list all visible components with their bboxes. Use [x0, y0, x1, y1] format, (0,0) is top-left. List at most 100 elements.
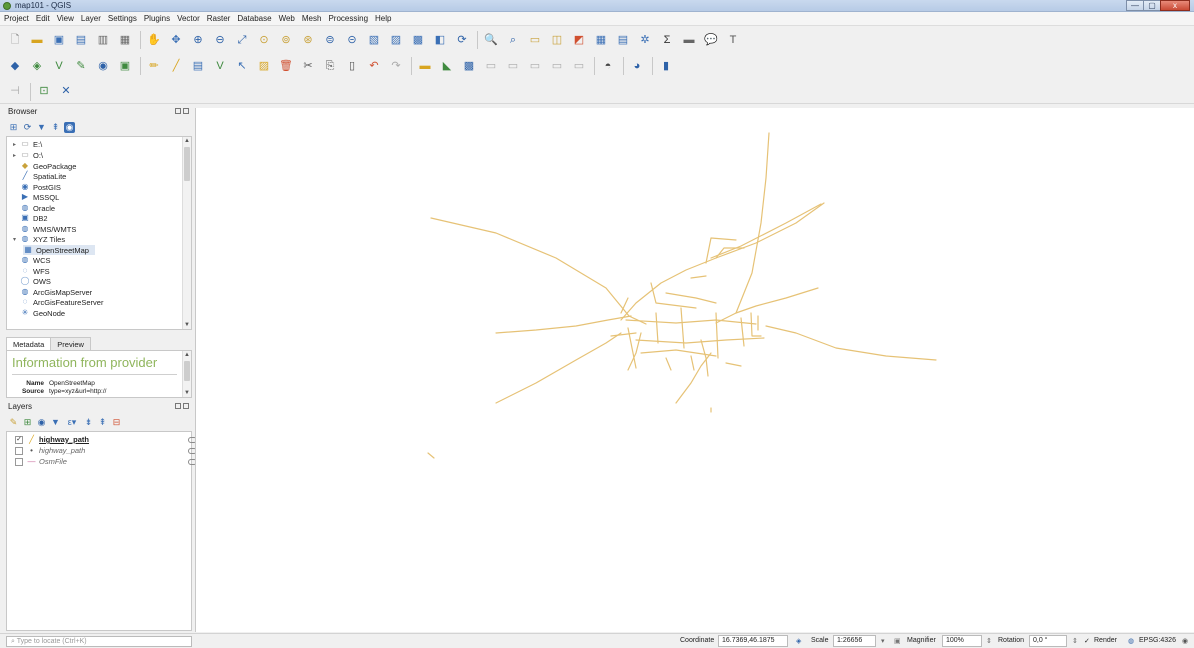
cut-features-icon[interactable]: ✂ [299, 57, 317, 75]
scroll-thumb[interactable] [184, 147, 190, 181]
save-as-icon[interactable]: ▤ [72, 31, 90, 49]
close-button[interactable]: x [1160, 0, 1190, 11]
identify-dropdown-icon[interactable]: ⌕ [504, 31, 522, 49]
text-annotation-icon[interactable]: T [724, 31, 742, 49]
zoom-native-icon[interactable]: ⊛ [299, 31, 317, 49]
tree-item-arcgis-feature[interactable]: ◌ ArcGisFeatureServer [13, 297, 104, 307]
render-checkbox[interactable]: ✓ [1084, 637, 1090, 645]
layer-labeling-icon[interactable]: ◣ [438, 57, 456, 75]
add-group-icon[interactable]: ⊞ [22, 417, 33, 428]
menu-processing[interactable]: Processing [328, 14, 368, 23]
menu-mesh[interactable]: Mesh [302, 14, 322, 23]
close-panel-icon[interactable] [183, 108, 189, 114]
menu-edit[interactable]: Edit [36, 14, 50, 23]
show-bookmarks-icon[interactable]: ◧ [431, 31, 449, 49]
layer-visibility-checkbox[interactable] [15, 457, 23, 466]
plugin-icon[interactable]: ◕ [628, 57, 646, 75]
tree-item-geonode[interactable]: ✳ GeoNode [13, 308, 65, 318]
menu-vector[interactable]: Vector [177, 14, 200, 23]
delete-selected-icon[interactable]: 🗑 [277, 57, 295, 75]
measure-icon[interactable]: ▬ [680, 31, 698, 49]
scale-combobox[interactable]: 1:26656 [833, 635, 876, 647]
layer-styling-icon[interactable]: ✎ [8, 417, 19, 428]
layer-visibility-checkbox[interactable] [15, 446, 23, 455]
scroll-down-icon[interactable]: ▼ [183, 321, 191, 329]
zoom-selection-icon[interactable]: ⊙ [255, 31, 273, 49]
pan-icon[interactable]: ✋ [145, 31, 163, 49]
scroll-thumb[interactable] [184, 361, 190, 381]
tree-item-postgis[interactable]: ◉ PostGIS [13, 182, 61, 192]
tree-item-o-drive[interactable]: ▸ ▭ O:\ [13, 150, 43, 160]
tree-item-openstreetmap[interactable]: ▦ OpenStreetMap [23, 245, 95, 255]
rotate-label-icon[interactable]: ▭ [548, 57, 566, 75]
layer-diagram-icon[interactable]: ▩ [460, 57, 478, 75]
python-console-icon[interactable]: ◓ [599, 57, 617, 75]
crs-globe-icon[interactable]: ◍ [1128, 637, 1134, 645]
select-features-icon[interactable]: ▭ [526, 31, 544, 49]
tree-item-ows[interactable]: ◯ OWS [13, 276, 51, 286]
open-project-icon[interactable]: ▬ [28, 31, 46, 49]
print-layout-icon[interactable]: ▥ [94, 31, 112, 49]
collapse-all-layers-icon[interactable]: ⇞ [97, 417, 108, 428]
browser-scrollbar[interactable]: ▲ ▼ [182, 137, 191, 329]
tree-item-arcgis-map[interactable]: ◍ ArcGisMapServer [13, 287, 93, 297]
scroll-up-icon[interactable]: ▲ [183, 351, 191, 359]
refresh-icon[interactable]: ⟳ [453, 31, 471, 49]
show-hide-labels-icon[interactable]: ▭ [504, 57, 522, 75]
collapse-arrow-icon[interactable]: ▾ [13, 236, 20, 243]
zoom-layer-icon[interactable]: ⊚ [277, 31, 295, 49]
rotation-field[interactable]: 0,0 ° [1029, 635, 1067, 647]
tab-metadata[interactable]: Metadata [6, 337, 52, 351]
menu-web[interactable]: Web [279, 14, 295, 23]
crs-button[interactable]: EPSG:4326 [1139, 637, 1176, 644]
properties-icon[interactable]: ◉ [64, 121, 75, 133]
new-map-view-icon[interactable]: ▧ [365, 31, 383, 49]
toolbox-icon[interactable]: ✲ [636, 31, 654, 49]
bookmark-icon[interactable]: ▩ [409, 31, 427, 49]
save-edits-icon[interactable]: ▤ [189, 57, 207, 75]
menu-view[interactable]: View [57, 14, 74, 23]
layer-row-highway-path-points[interactable]: • highway_path [15, 445, 197, 456]
locator-search-input[interactable]: ⌕ Type to locate (Ctrl+K) [6, 636, 192, 647]
minimize-button[interactable]: — [1126, 0, 1144, 11]
add-vector-layer-icon[interactable]: ◈ [28, 57, 46, 75]
scroll-up-icon[interactable]: ▲ [183, 137, 191, 145]
pin-labels-icon[interactable]: ▭ [482, 57, 500, 75]
map-canvas[interactable] [195, 108, 1194, 632]
magnifier-field[interactable]: 100% [942, 635, 982, 647]
menu-raster[interactable]: Raster [207, 14, 231, 23]
tree-item-spatialite[interactable]: ╱ SpatiaLite [13, 171, 67, 181]
menu-layer[interactable]: Layer [81, 14, 101, 23]
zoom-out-icon[interactable]: ⊖ [211, 31, 229, 49]
field-calculator-icon[interactable]: ▤ [614, 31, 632, 49]
attribute-table-icon[interactable]: ▦ [592, 31, 610, 49]
expand-arrow-icon[interactable]: ▸ [13, 152, 20, 159]
save-project-icon[interactable]: ▣ [50, 31, 68, 49]
select-value-icon[interactable]: ◫ [548, 31, 566, 49]
close-panel-icon[interactable] [183, 403, 189, 409]
change-label-icon[interactable]: ▭ [570, 57, 588, 75]
browser-refresh-icon[interactable]: ⟳ [22, 122, 33, 133]
zoom-last-icon[interactable]: ⊜ [321, 31, 339, 49]
scroll-down-icon[interactable]: ▼ [183, 389, 191, 397]
pan-to-selection-icon[interactable]: ✥ [167, 31, 185, 49]
tree-item-e-drive[interactable]: ▸ ▭ E:\ [13, 139, 42, 149]
menu-project[interactable]: Project [4, 14, 29, 23]
zoom-full-icon[interactable]: ⤢ [233, 31, 251, 49]
tree-item-wcs[interactable]: ◍ WCS [13, 255, 51, 265]
expand-all-icon[interactable]: ⇟ [83, 417, 94, 428]
modify-attributes-icon[interactable]: ▨ [255, 57, 273, 75]
osm-tool-icon[interactable]: ✕ [57, 83, 75, 101]
new-project-icon[interactable]: 🗋 [6, 31, 24, 49]
layer-row-osmfile[interactable]: — OsmFile [15, 456, 197, 467]
tab-preview[interactable]: Preview [50, 337, 91, 351]
tree-item-mssql[interactable]: ▶ MSSQL [13, 192, 59, 202]
current-edits-icon[interactable]: ✏ [145, 57, 163, 75]
tree-item-xyz-tiles[interactable]: ▾ ◍ XYZ Tiles [13, 234, 65, 244]
data-source-manager-icon[interactable]: ◆ [6, 57, 24, 75]
metadata-scrollbar[interactable]: ▲ ▼ [182, 351, 191, 397]
snapping-icon[interactable]: ⊣ [6, 83, 24, 101]
toggle-editing-icon[interactable]: ╱ [167, 57, 185, 75]
digitize-icon[interactable]: V [211, 57, 229, 75]
move-label-icon[interactable]: ▭ [526, 57, 544, 75]
